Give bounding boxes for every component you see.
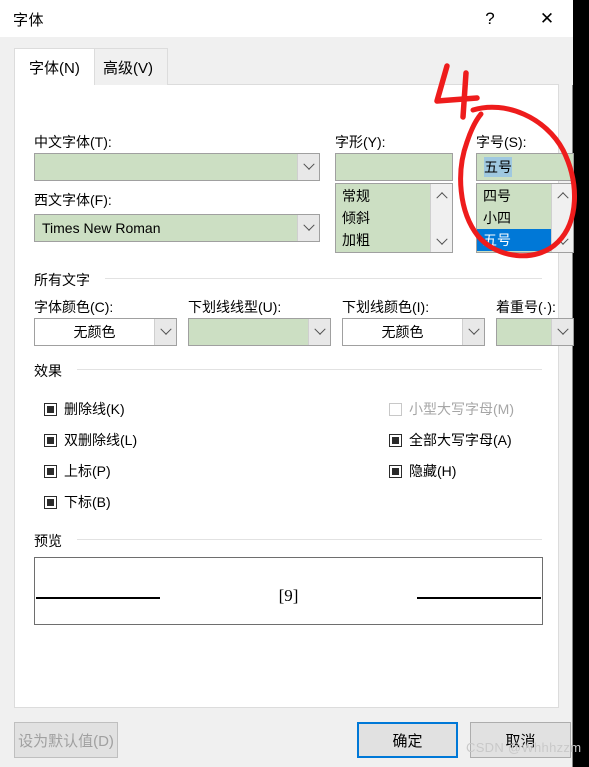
chevron-down-icon[interactable] bbox=[297, 215, 319, 241]
font-size-value: 五号 bbox=[484, 157, 512, 177]
checkbox-label: 上标(P) bbox=[64, 463, 111, 479]
scroll-down-icon[interactable] bbox=[552, 232, 573, 251]
checkbox-label: 隐藏(H) bbox=[409, 463, 457, 479]
checkbox-indicator[interactable] bbox=[44, 495, 57, 509]
preview-sample-text: [9] bbox=[278, 586, 299, 605]
checkbox-subscript[interactable]: 下标(B) bbox=[44, 492, 111, 512]
checkbox-label: 双删除线(L) bbox=[64, 432, 138, 448]
ok-label: 确定 bbox=[392, 732, 423, 750]
tab-font[interactable]: 字体(N) bbox=[14, 48, 95, 85]
underline-style-combo[interactable] bbox=[188, 318, 331, 346]
chevron-down-icon[interactable] bbox=[462, 319, 484, 345]
font-style-input[interactable] bbox=[335, 153, 453, 181]
font-size-scrollbar[interactable] bbox=[551, 184, 573, 252]
font-size-input[interactable]: 五号 bbox=[476, 153, 574, 181]
font-size-listbox[interactable]: 四号 小四 五号 bbox=[476, 183, 574, 253]
checkbox-indicator[interactable] bbox=[44, 464, 57, 478]
checkbox-indicator[interactable] bbox=[44, 402, 57, 416]
chevron-down-icon[interactable] bbox=[551, 319, 573, 345]
font-style-items: 常规 倾斜 加粗 bbox=[336, 184, 430, 252]
chinese-font-label: 中文字体(T): bbox=[34, 134, 112, 150]
checkbox-superscript[interactable]: 上标(P) bbox=[44, 461, 111, 481]
help-icon[interactable]: ? bbox=[467, 0, 513, 37]
underline-color-value: 无颜色 bbox=[381, 324, 424, 340]
checkbox-indicator[interactable] bbox=[389, 433, 402, 447]
scroll-up-icon[interactable] bbox=[552, 185, 573, 204]
checkbox-label: 小型大写字母(M) bbox=[409, 401, 514, 417]
font-size-label: 字号(S): bbox=[476, 134, 527, 150]
underline-color-label: 下划线颜色(I): bbox=[342, 299, 430, 315]
font-style-label: 字形(Y): bbox=[335, 134, 386, 150]
all-text-group-label: 所有文字 bbox=[34, 270, 96, 290]
scroll-up-icon[interactable] bbox=[431, 185, 452, 204]
effects-group-label: 效果 bbox=[34, 361, 68, 381]
checkbox-label: 下标(B) bbox=[64, 494, 111, 510]
preview-group-label: 预览 bbox=[34, 531, 68, 551]
underline-style-value bbox=[189, 319, 308, 345]
underline-style-label: 下划线线型(U): bbox=[188, 299, 282, 315]
emphasis-mark-value bbox=[497, 319, 551, 345]
checkbox-all-caps[interactable]: 全部大写字母(A) bbox=[389, 430, 512, 450]
set-default-label: 设为默认值(D) bbox=[18, 732, 114, 750]
checkbox-indicator[interactable] bbox=[389, 464, 402, 478]
checkbox-strikethrough[interactable]: 删除线(K) bbox=[44, 399, 125, 419]
list-item[interactable]: 常规 bbox=[336, 185, 430, 207]
tab-advanced-label: 高级(V) bbox=[103, 59, 153, 77]
group-divider bbox=[77, 369, 542, 370]
underline-color-combo[interactable]: 无颜色 bbox=[342, 318, 485, 346]
tab-page-font: 中文字体(T): 西文字体(F): Times New Roman 字形(Y):… bbox=[14, 84, 574, 708]
tab-font-label: 字体(N) bbox=[29, 59, 80, 77]
scroll-down-icon[interactable] bbox=[431, 232, 452, 251]
checkbox-double-strikethrough[interactable]: 双删除线(L) bbox=[44, 430, 137, 450]
western-font-value: Times New Roman bbox=[42, 220, 161, 236]
emphasis-mark-combo[interactable] bbox=[496, 318, 574, 346]
tab-advanced[interactable]: 高级(V) bbox=[88, 48, 168, 85]
font-size-items: 四号 小四 五号 bbox=[477, 184, 551, 252]
font-color-combo[interactable]: 无颜色 bbox=[34, 318, 177, 346]
dialog-titlebar: 字体 ? ✕ bbox=[0, 0, 573, 37]
list-item[interactable]: 加粗 bbox=[336, 229, 430, 251]
close-icon[interactable]: ✕ bbox=[524, 0, 570, 37]
western-font-combo[interactable]: Times New Roman bbox=[34, 214, 320, 242]
screenshot-root: 字体 ? ✕ 字体(N) 高级(V) 中文字体(T): 西文字体(F): Tim… bbox=[0, 0, 589, 767]
checkbox-label: 全部大写字母(A) bbox=[409, 432, 512, 448]
dialog-title: 字体 bbox=[13, 12, 45, 29]
list-item[interactable]: 四号 bbox=[477, 185, 551, 207]
checkbox-indicator bbox=[389, 402, 402, 416]
list-item-selected[interactable]: 五号 bbox=[477, 229, 551, 251]
list-item[interactable]: 小四 bbox=[477, 207, 551, 229]
group-divider bbox=[77, 539, 542, 540]
western-font-label: 西文字体(F): bbox=[34, 192, 112, 208]
preview-box: [9] bbox=[34, 557, 543, 625]
chevron-down-icon[interactable] bbox=[297, 154, 319, 180]
chinese-font-combo[interactable] bbox=[34, 153, 320, 181]
chevron-down-icon[interactable] bbox=[308, 319, 330, 345]
chevron-down-icon[interactable] bbox=[154, 319, 176, 345]
chinese-font-value bbox=[35, 154, 297, 180]
emphasis-mark-label: 着重号(·): bbox=[496, 299, 556, 315]
ok-button[interactable]: 确定 bbox=[357, 722, 458, 758]
list-item[interactable]: 倾斜 bbox=[336, 207, 430, 229]
font-style-value bbox=[336, 154, 452, 180]
group-divider bbox=[105, 278, 542, 279]
font-color-label: 字体颜色(C): bbox=[34, 299, 114, 315]
font-color-value: 无颜色 bbox=[73, 324, 116, 340]
set-default-button[interactable]: 设为默认值(D) bbox=[14, 722, 118, 758]
checkbox-label: 删除线(K) bbox=[64, 401, 125, 417]
checkbox-indicator[interactable] bbox=[44, 433, 57, 447]
font-style-listbox[interactable]: 常规 倾斜 加粗 bbox=[335, 183, 453, 253]
font-dialog: 字体 ? ✕ 字体(N) 高级(V) 中文字体(T): 西文字体(F): Tim… bbox=[0, 0, 581, 767]
font-style-scrollbar[interactable] bbox=[430, 184, 452, 252]
checkbox-hidden[interactable]: 隐藏(H) bbox=[389, 461, 456, 481]
checkbox-small-caps: 小型大写字母(M) bbox=[389, 399, 514, 419]
watermark: CSDN @Whhhzzm bbox=[466, 740, 582, 755]
tab-strip: 字体(N) 高级(V) bbox=[0, 37, 573, 85]
